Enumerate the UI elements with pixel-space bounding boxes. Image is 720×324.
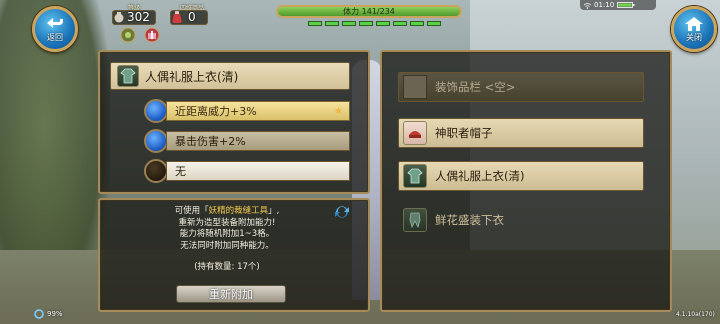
slot-top[interactable]: 人偶礼服上衣(清) (398, 161, 644, 191)
highlighted-item-name: 妖精的裁缝工具 (208, 206, 269, 216)
buff-icon-green[interactable] (120, 27, 136, 43)
stamina-segment (359, 21, 373, 26)
option-row-3[interactable]: 无 (144, 159, 350, 183)
empty-slot-icon (403, 75, 427, 99)
option-orb-icon (144, 129, 168, 153)
version-text: 4.1.10a(170) (676, 311, 715, 318)
description-text: 可使用「妖精的裁缝工具」, 重新为造型装备附加能力! 能力将随机附加1~3格。 … (112, 206, 342, 252)
stamina-segment (325, 21, 339, 26)
level-value: 302 (127, 10, 150, 24)
option-orb-empty-icon (144, 159, 168, 183)
item-title: 人偶礼服上衣(清) (145, 69, 239, 84)
description-prefix: 可使用「 (174, 206, 209, 216)
loading-icon (34, 309, 44, 319)
description-suffix: 」, (268, 206, 280, 216)
star-icon: ★ (334, 105, 343, 117)
clothing-icon (403, 208, 427, 232)
stamina-segment (393, 21, 407, 26)
description-line-2: 重新为造型装备附加能力! (178, 217, 276, 228)
stamina-segment (427, 21, 441, 26)
stamina-label: 体力 141/234 (343, 7, 395, 16)
slot-bottom[interactable]: 鲜花盛装下衣 (398, 205, 644, 235)
option-text: 近距离威力+3% (175, 105, 257, 118)
back-button[interactable]: 返回 (32, 6, 78, 52)
option-row-2[interactable]: 暴击伤害+2% (144, 129, 350, 153)
slot-label: 神职者帽子 (435, 126, 493, 140)
back-arrow-icon (47, 17, 63, 28)
stamina-segment (308, 21, 322, 26)
quantity-text: (持有数量: 17个) (194, 262, 260, 272)
back-button-label: 返回 (47, 32, 63, 42)
stamina-segments (308, 21, 441, 26)
stamina-display: 体力 141/234 (276, 2, 462, 28)
slot-label: 装饰品栏 <空> (435, 80, 516, 94)
description-line-3: 能力将随机附加1~3格。 (179, 229, 275, 239)
option-box: 无 (166, 161, 350, 181)
stamina-segment (410, 21, 424, 26)
option-row-1[interactable]: 近距离威力+3% ★ (144, 99, 350, 123)
clothing-icon (117, 65, 139, 87)
clothing-icon (403, 164, 427, 188)
stamina-segment (376, 21, 390, 26)
hat-icon (403, 121, 427, 145)
moneybag-icon (114, 12, 124, 23)
option-text: 无 (175, 165, 186, 178)
item-title-row: 人偶礼服上衣(清) (110, 62, 350, 90)
battery-text: 99% (47, 310, 63, 318)
battery-status: 99% (34, 309, 63, 319)
option-orb-icon (144, 99, 168, 123)
clock-text: 01:10 (594, 1, 615, 9)
coupon-value: 0 (188, 10, 196, 24)
description-line-1: 可使用「妖精的裁缝工具」, (112, 206, 342, 218)
potion-icon (172, 11, 182, 23)
status-bar: 01:10 (580, 0, 656, 10)
battery-icon (617, 2, 635, 8)
slot-label: 鲜花盛装下衣 (435, 213, 504, 227)
slot-hat[interactable]: 神职者帽子 (398, 118, 644, 148)
slot-label: 人偶礼服上衣(清) (435, 169, 525, 183)
home-icon (685, 16, 703, 31)
option-box: 近距离威力+3% ★ (166, 101, 350, 121)
description-line-4: 无法同时附加同种能力。 (180, 240, 274, 251)
slot-accessory[interactable]: 装饰品栏 <空> (398, 72, 644, 102)
option-box: 暴击伤害+2% (166, 131, 350, 151)
wifi-icon (584, 2, 591, 9)
reattach-button[interactable]: 重新附加 (176, 285, 286, 303)
close-button[interactable]: 关闭 (671, 6, 717, 52)
option-text: 暴击伤害+2% (175, 135, 246, 148)
gift-icon[interactable] (144, 27, 160, 43)
close-button-label: 关闭 (686, 32, 702, 42)
refresh-icon[interactable] (333, 204, 351, 220)
stamina-segment (342, 21, 356, 26)
